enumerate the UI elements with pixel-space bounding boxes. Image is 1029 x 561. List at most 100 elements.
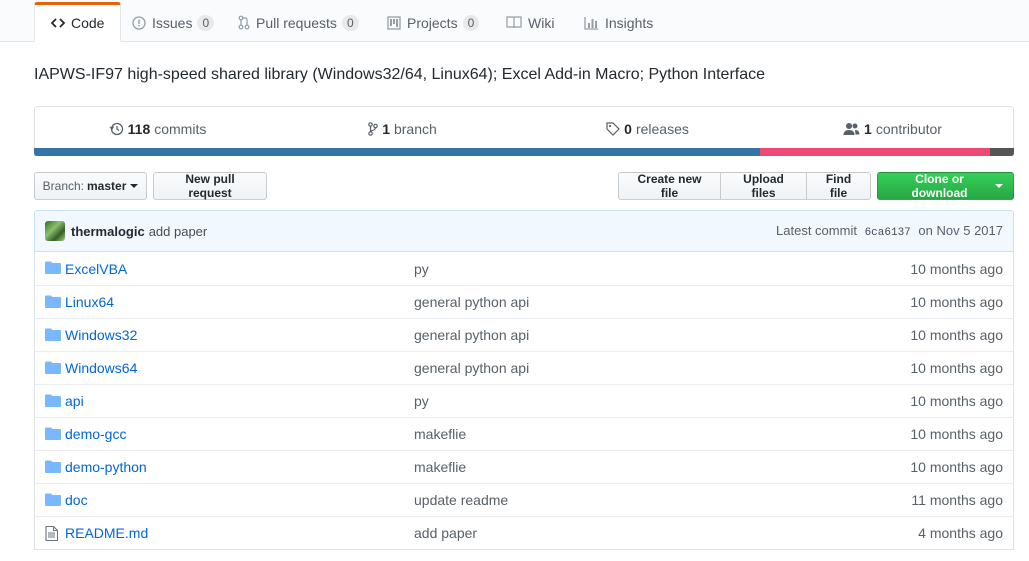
commits-link[interactable]: 118 commits	[35, 107, 280, 151]
file-row: Linux64 general python api 10 months ago	[35, 285, 1013, 318]
file-commit-message[interactable]: general python api	[414, 360, 529, 376]
tab-insights[interactable]: Insights	[568, 3, 669, 42]
file-commit-message[interactable]: py	[414, 261, 429, 277]
branch-name: master	[87, 179, 127, 193]
file-age: 11 months ago	[911, 492, 1003, 508]
tab-code[interactable]: Code	[34, 2, 122, 42]
file-name-link[interactable]: ExcelVBA	[65, 261, 127, 277]
file-name-link[interactable]: api	[65, 393, 84, 409]
create-new-file-button[interactable]: Create new file	[618, 172, 721, 200]
file-age: 10 months ago	[910, 260, 1003, 277]
upload-files-button[interactable]: Upload files	[720, 172, 807, 200]
language-bar[interactable]	[34, 148, 1014, 156]
commit-message[interactable]: add paper	[149, 224, 208, 239]
tab-label: Wiki	[528, 14, 555, 31]
file-name-link[interactable]: Windows32	[65, 327, 137, 343]
people-icon	[843, 122, 860, 136]
history-icon	[109, 122, 124, 136]
file-age: 10 months ago	[910, 360, 1003, 376]
repo-nav: Code Issues 0 Pull requests 0 Projects 0…	[0, 0, 1029, 42]
file-row: demo-python makeflie 10 months ago	[35, 450, 1013, 483]
file-commit-message[interactable]: add paper	[414, 525, 477, 541]
releases-link[interactable]: 0 releases	[525, 107, 770, 151]
tab-label: Code	[71, 15, 105, 31]
folder-icon	[45, 361, 61, 377]
branch-count: 1	[382, 121, 390, 137]
file-age: 10 months ago	[910, 459, 1003, 475]
file-commit-message[interactable]: update readme	[414, 492, 508, 508]
pull-request-icon	[238, 15, 250, 30]
contributors-label: contributor	[875, 121, 942, 137]
tab-issues[interactable]: Issues 0	[116, 3, 230, 42]
branch-select-button[interactable]: Branch: master	[34, 172, 147, 200]
branch-icon	[368, 122, 378, 136]
file-age: 10 months ago	[910, 393, 1003, 409]
branch-prefix: Branch:	[42, 179, 84, 193]
file-row: api py 10 months ago	[35, 384, 1013, 417]
clone-label: Clone or download	[911, 172, 968, 200]
tab-pull-requests[interactable]: Pull requests 0	[222, 3, 375, 42]
folder-icon	[45, 427, 61, 443]
tab-projects[interactable]: Projects 0	[371, 3, 495, 42]
file-list: ExcelVBA py 10 months ago Linux64 general py…	[34, 252, 1014, 550]
file-name-link[interactable]: README.md	[65, 525, 148, 541]
file-commit-message[interactable]: makeflie	[414, 426, 466, 442]
book-icon	[506, 16, 522, 29]
latest-commit-info: Latest commit 6ca6137 on Nov 5 2017	[776, 223, 1003, 239]
commit-sha[interactable]: 6ca6137	[865, 227, 911, 239]
commit-author[interactable]: thermalogic	[71, 224, 145, 239]
folder-icon	[45, 261, 61, 277]
tab-label: Projects	[407, 14, 458, 31]
file-row: Windows32 general python api 10 months ago	[35, 318, 1013, 351]
file-row: ExcelVBA py 10 months ago	[35, 252, 1013, 285]
commits-count: 118	[127, 121, 151, 137]
folder-icon	[45, 328, 61, 344]
tag-icon	[606, 122, 620, 136]
graph-icon	[584, 16, 599, 30]
tab-label: Issues	[152, 14, 193, 31]
file-row: README.md add paper 4 months ago	[35, 516, 1013, 549]
file-commit-message[interactable]: makeflie	[414, 459, 466, 475]
file-name-link[interactable]: Windows64	[65, 360, 137, 376]
contributors-count: 1	[864, 121, 872, 137]
repo-description: IAPWS-IF97 high-speed shared library (Wi…	[34, 66, 766, 83]
file-commit-message[interactable]: py	[414, 393, 429, 409]
folder-icon	[45, 460, 61, 476]
find-file-button[interactable]: Find file	[806, 172, 871, 200]
file-name-link[interactable]: demo-python	[65, 459, 147, 475]
commit-date: on Nov 5 2017	[918, 223, 1003, 238]
file-commit-message[interactable]: general python api	[414, 294, 529, 310]
contributors-link[interactable]: 1 contributor	[770, 107, 1015, 151]
language-segment[interactable]	[34, 148, 761, 156]
branch-label: branch	[393, 121, 437, 137]
caret-down-icon	[995, 184, 1003, 188]
avatar[interactable]	[45, 221, 65, 241]
branches-link[interactable]: 1 branch	[280, 107, 525, 151]
tab-label: Insights	[605, 14, 654, 31]
file-age: 4 months ago	[918, 525, 1003, 541]
file-row: Windows64 general python api 10 months ago	[35, 351, 1013, 384]
clone-or-download-button[interactable]: Clone or download	[877, 172, 1014, 200]
folder-icon	[45, 394, 61, 410]
commits-label: commits	[154, 121, 207, 137]
latest-commit-bar: thermalogic add paper Latest commit 6ca6…	[34, 210, 1014, 252]
tab-label: Pull requests	[256, 14, 337, 31]
file-row: demo-gcc makeflie 10 months ago	[35, 417, 1013, 450]
issue-icon	[132, 15, 146, 30]
new-pull-request-button[interactable]: New pull request	[153, 172, 267, 200]
latest-commit-label: Latest commit	[776, 223, 857, 238]
language-segment[interactable]	[760, 148, 991, 156]
folder-icon	[45, 295, 61, 311]
tab-wiki[interactable]: Wiki	[490, 3, 570, 42]
file-name-link[interactable]: doc	[65, 492, 88, 508]
projects-counter: 0	[462, 14, 480, 31]
language-segment[interactable]	[990, 148, 1014, 156]
folder-icon	[45, 493, 61, 509]
file-row: doc update readme 11 months ago	[35, 483, 1013, 516]
file-name-link[interactable]: demo-gcc	[65, 426, 126, 442]
caret-down-icon	[130, 184, 139, 188]
file-age: 10 months ago	[910, 294, 1003, 310]
file-name-link[interactable]: Linux64	[65, 294, 114, 310]
file-commit-message[interactable]: general python api	[414, 327, 529, 343]
file-age: 10 months ago	[910, 426, 1003, 442]
